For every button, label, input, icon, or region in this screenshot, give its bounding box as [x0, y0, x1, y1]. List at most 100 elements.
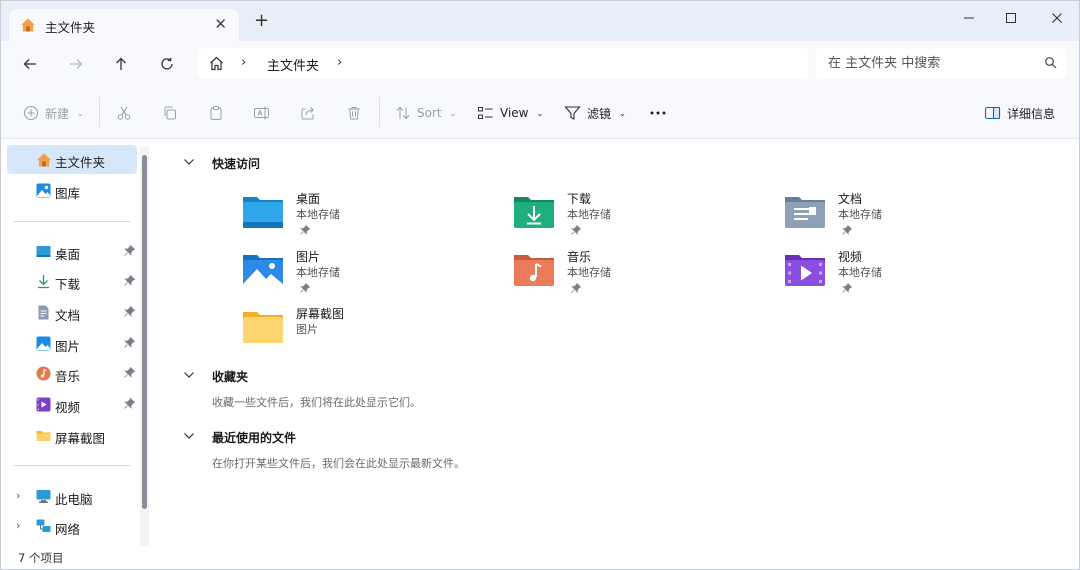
title-bar: 主文件夹 ✕ +: [1, 1, 1079, 41]
quick-access-item-videos[interactable]: 视频 本地存储: [784, 248, 1024, 300]
pin-icon: [300, 224, 311, 238]
delete-button[interactable]: [346, 101, 362, 125]
home-icon: [36, 152, 51, 167]
close-tab-button[interactable]: ✕: [214, 15, 227, 33]
copy-button[interactable]: [162, 101, 178, 125]
sidebar-item-label: 视频: [55, 400, 81, 415]
favorites-empty-text: 收藏一些文件后，我们将在此处显示它们。: [212, 396, 421, 409]
item-count: 7 个项目: [18, 551, 64, 565]
item-name: 屏幕截图: [296, 307, 345, 321]
chevron-right-icon[interactable]: ›: [241, 55, 246, 70]
command-bar: 新建 ⌄ Sort ⌄ View ⌄ 滤镜 ⌄ 详细信息: [1, 87, 1079, 139]
scissors-icon: [117, 106, 131, 120]
more-options-button[interactable]: [649, 101, 667, 125]
item-name: 文档: [838, 192, 863, 206]
video-icon: [36, 397, 51, 412]
sidebar-item-label: 文档: [55, 308, 81, 323]
chevron-right-icon[interactable]: ›: [16, 489, 20, 502]
desktop-folder-icon: [242, 194, 284, 230]
forward-button[interactable]: [63, 51, 89, 77]
pin-icon[interactable]: [124, 305, 136, 320]
chevron-down-icon[interactable]: [183, 430, 195, 445]
sidebar-item-desktop[interactable]: 桌面: [7, 237, 137, 266]
copy-icon: [164, 106, 176, 120]
arrow-left-icon: [23, 59, 36, 69]
share-button[interactable]: [300, 101, 316, 125]
chevron-down-icon[interactable]: [183, 156, 195, 171]
plus-circle-icon: [23, 105, 39, 121]
pin-icon[interactable]: [124, 336, 136, 351]
sidebar-item-pictures[interactable]: 图片: [7, 329, 137, 358]
home-icon: [20, 17, 36, 36]
network-icon: [36, 519, 51, 534]
pin-icon[interactable]: [124, 397, 136, 412]
sidebar-item-documents[interactable]: 文档: [7, 298, 137, 327]
sidebar-scrollbar[interactable]: [140, 147, 149, 546]
filter-label: 滤镜: [587, 106, 612, 121]
chevron-right-icon[interactable]: ›: [337, 55, 342, 70]
quick-access-item-desktop[interactable]: 桌面 本地存储: [242, 190, 482, 242]
filter-icon: [564, 106, 581, 120]
details-pane-icon: [984, 106, 1001, 120]
home-outline-icon[interactable]: [208, 55, 225, 75]
filter-button[interactable]: 滤镜 ⌄: [564, 101, 626, 125]
sidebar-item-videos[interactable]: 视频: [7, 390, 137, 419]
pin-icon[interactable]: [124, 244, 136, 259]
up-button[interactable]: [108, 51, 134, 77]
details-label: 详细信息: [1007, 106, 1056, 121]
quick-access-item-screenshots[interactable]: 屏幕截图 图片: [242, 305, 482, 357]
search-input[interactable]: [828, 54, 1038, 73]
cut-button[interactable]: [116, 101, 132, 125]
pictures-folder-icon: [242, 252, 284, 288]
status-bar: 7 个项目: [1, 546, 1079, 569]
picture-icon: [36, 336, 51, 351]
paste-button[interactable]: [208, 101, 224, 125]
scrollbar-thumb[interactable]: [142, 155, 147, 509]
item-location: 图片: [296, 323, 318, 336]
sidebar-item-screenshots[interactable]: 屏幕截图: [7, 421, 137, 450]
downloads-folder-icon: [513, 194, 555, 230]
breadcrumb-home[interactable]: 主文件夹: [267, 55, 319, 74]
search-box[interactable]: [816, 48, 1067, 79]
sort-button[interactable]: Sort ⌄: [395, 101, 456, 125]
sidebar-item-downloads[interactable]: 下载: [7, 267, 137, 296]
back-button[interactable]: [17, 51, 43, 77]
chevron-down-icon: ⌄: [619, 108, 626, 118]
details-button[interactable]: 详细信息: [984, 101, 1055, 125]
minimize-button[interactable]: [954, 7, 984, 29]
pin-icon[interactable]: [124, 274, 136, 289]
quick-access-item-downloads[interactable]: 下载 本地存储: [513, 190, 753, 242]
sidebar-item-this-pc[interactable]: › 此电脑: [7, 482, 137, 511]
view-icon: [478, 107, 493, 119]
share-icon: [301, 107, 315, 120]
new-button[interactable]: 新建 ⌄: [23, 101, 84, 125]
view-button[interactable]: View ⌄: [477, 101, 543, 125]
tab-home[interactable]: 主文件夹 ✕: [9, 9, 239, 41]
sidebar-item-label: 图库: [55, 186, 81, 201]
documents-folder-icon: [784, 194, 826, 230]
screenshots-folder-icon: [242, 309, 284, 345]
chevron-down-icon[interactable]: [183, 369, 195, 384]
sidebar-item-network[interactable]: › 网络: [7, 512, 137, 541]
sidebar-item-gallery[interactable]: 图库: [7, 176, 137, 205]
rename-button[interactable]: [253, 101, 271, 125]
pin-icon[interactable]: [124, 366, 136, 381]
refresh-button[interactable]: [154, 51, 180, 77]
computer-icon: [36, 489, 51, 504]
item-name: 视频: [838, 250, 863, 264]
sidebar-item-home[interactable]: 主文件夹: [7, 145, 137, 174]
item-location: 本地存储: [838, 266, 882, 279]
new-tab-button[interactable]: +: [254, 12, 269, 30]
quick-access-item-pictures[interactable]: 图片 本地存储: [242, 248, 482, 300]
maximize-button[interactable]: [996, 7, 1026, 29]
close-window-button[interactable]: [1042, 7, 1072, 29]
address-bar[interactable]: › 主文件夹 ›: [197, 48, 808, 79]
search-icon[interactable]: [1044, 56, 1057, 72]
quick-access-item-documents[interactable]: 文档 本地存储: [784, 190, 1024, 242]
chevron-right-icon[interactable]: ›: [16, 519, 20, 532]
section-title: 快速访问: [212, 157, 261, 171]
sidebar-item-music[interactable]: 音乐: [7, 359, 137, 388]
quick-access-item-music[interactable]: 音乐 本地存储: [513, 248, 753, 300]
pin-icon: [571, 224, 582, 238]
address-row: › 主文件夹 ›: [1, 41, 1079, 87]
